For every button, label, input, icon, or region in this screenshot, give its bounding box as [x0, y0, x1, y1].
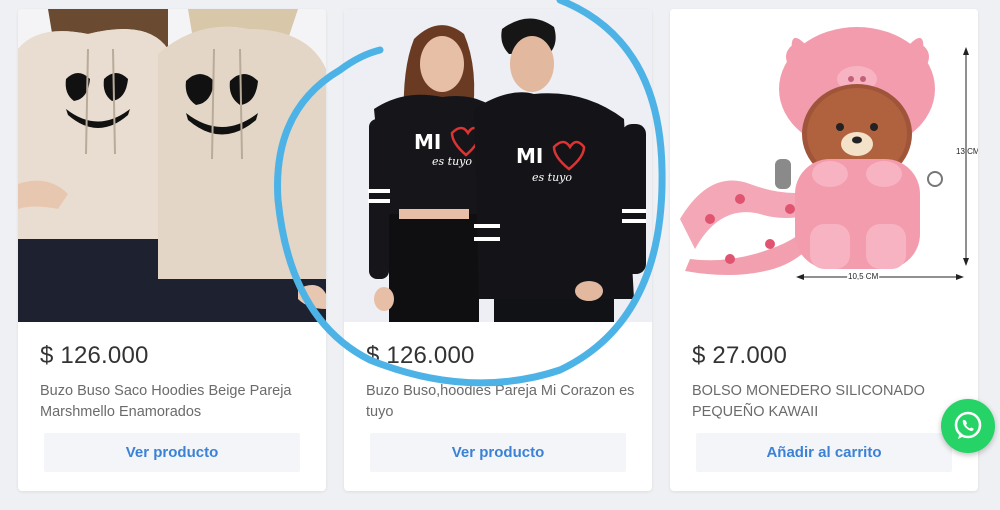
product-title[interactable]: Buzo Buso,hoodies Pareja Mi Corazon es t… — [366, 381, 641, 423]
dimension-height-label: 13 CM — [956, 147, 978, 156]
whatsapp-icon — [954, 411, 982, 439]
product-title[interactable]: Buzo Buso Saco Hoodies Beige Pareja Mars… — [40, 381, 315, 423]
product-image[interactable]: MI es tuyo MI es tuyo — [344, 9, 652, 322]
product-card[interactable]: MI es tuyo MI es tuyo $ 126.000 Buzo Bus… — [344, 9, 652, 491]
product-card[interactable]: 13 CM 10,5 CM $ 27.000 BOLSO MONEDERO SI… — [670, 9, 978, 491]
product-image[interactable]: 13 CM 10,5 CM — [670, 9, 978, 322]
view-product-button[interactable]: Ver producto — [370, 433, 626, 472]
product-image[interactable] — [18, 9, 326, 322]
view-product-button[interactable]: Ver producto — [44, 433, 300, 472]
hoodie-print-text: MI — [516, 144, 543, 168]
add-to-cart-button[interactable]: Añadir al carrito — [696, 433, 952, 472]
hoodie-print-text: MI — [414, 130, 441, 154]
dimension-width-label: 10,5 CM — [848, 272, 879, 281]
hoodie-print-subtext: es tuyo — [532, 171, 572, 184]
whatsapp-button[interactable] — [941, 399, 995, 453]
product-title[interactable]: BOLSO MONEDERO SILICONADO PEQUEÑO KAWAII — [692, 381, 967, 423]
product-price: $ 27.000 — [692, 342, 788, 369]
product-price: $ 126.000 — [366, 342, 475, 369]
product-price: $ 126.000 — [40, 342, 149, 369]
product-grid: $ 126.000 Buzo Buso Saco Hoodies Beige P… — [0, 0, 1000, 510]
product-card[interactable]: $ 126.000 Buzo Buso Saco Hoodies Beige P… — [18, 9, 326, 491]
hoodie-print-subtext: es tuyo — [432, 155, 472, 168]
